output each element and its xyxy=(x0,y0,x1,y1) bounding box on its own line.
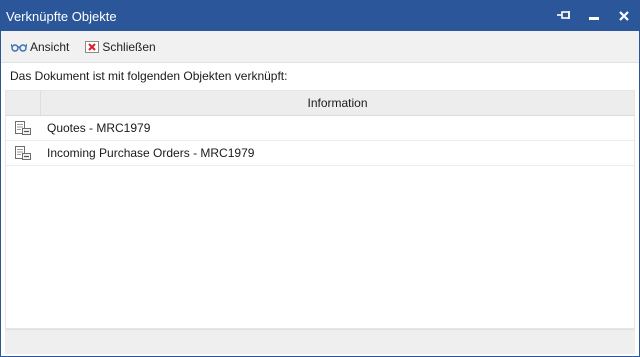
view-button[interactable]: Ansicht xyxy=(11,40,69,54)
row-icon-cell xyxy=(6,145,40,161)
toolbar: Ansicht Schließen xyxy=(1,31,639,63)
window-controls xyxy=(549,1,639,31)
linked-document-icon xyxy=(15,146,31,160)
glasses-icon xyxy=(11,43,27,52)
view-button-label: Ansicht xyxy=(30,39,70,54)
linked-objects-grid: Information Quotes - MRC1979 Incoming Pu… xyxy=(5,90,635,329)
grid-header-information[interactable]: Information xyxy=(41,91,634,115)
pin-icon xyxy=(557,11,570,19)
window-title: Verknüpfte Objekte xyxy=(6,8,117,24)
minimize-button[interactable] xyxy=(579,1,609,31)
title-bar[interactable]: Verknüpfte Objekte xyxy=(1,1,639,31)
table-row[interactable]: Incoming Purchase Orders - MRC1979 xyxy=(6,141,634,166)
intro-text: Das Dokument ist mit folgenden Objekten … xyxy=(10,69,288,83)
grid-header: Information xyxy=(6,91,634,116)
status-bar xyxy=(5,329,635,354)
close-icon xyxy=(619,11,629,21)
minimize-icon xyxy=(589,17,599,20)
row-information: Quotes - MRC1979 xyxy=(47,121,151,135)
table-row[interactable]: Quotes - MRC1979 xyxy=(6,116,634,141)
linked-document-icon xyxy=(15,121,31,135)
pin-button[interactable] xyxy=(549,1,579,31)
close-dialog-button-label: Schließen xyxy=(102,39,156,54)
row-icon-cell xyxy=(6,120,40,136)
linked-objects-window: Verknüpfte Objekte Ansicht Schließen Das… xyxy=(0,0,640,357)
row-information: Incoming Purchase Orders - MRC1979 xyxy=(47,146,255,160)
close-dialog-button[interactable]: Schließen xyxy=(85,39,156,54)
close-button[interactable] xyxy=(609,1,639,31)
close-x-icon xyxy=(85,40,100,53)
grid-header-icon-column[interactable] xyxy=(6,91,41,115)
